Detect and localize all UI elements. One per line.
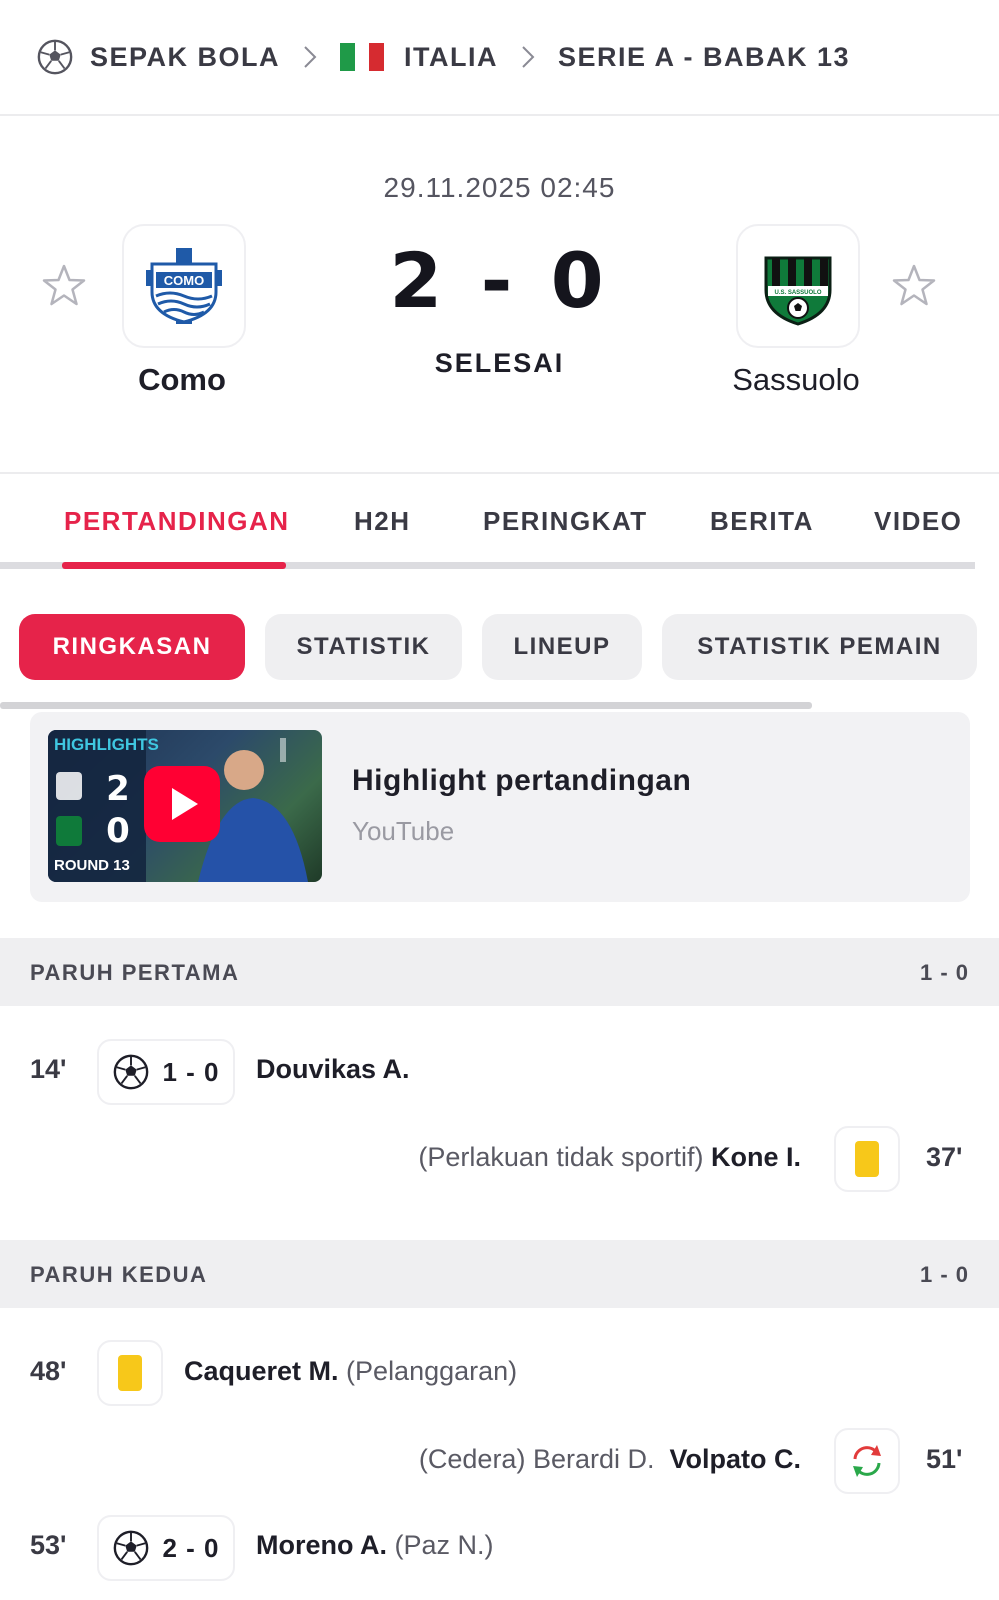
section-second-half: PARUH KEDUA 1 - 0 <box>0 1240 999 1308</box>
away-team-name[interactable]: Sassuolo <box>666 362 926 398</box>
event-note: (Perlakuan tidak sportif) <box>418 1142 704 1172</box>
divider <box>0 472 999 474</box>
event-note: (Paz N.) <box>394 1530 494 1560</box>
substitution-arrows-icon <box>853 1445 881 1477</box>
highlight-card[interactable]: HIGHLIGHTS 2 0 ROUND 13 Highlight pertan… <box>30 712 970 902</box>
event-minute: 48' <box>30 1356 67 1386</box>
tab-berita[interactable]: BERITA <box>710 506 814 537</box>
event-player[interactable]: Volpato C. <box>670 1444 802 1474</box>
soccer-ball-icon <box>37 39 73 75</box>
tab-h2h[interactable]: H2H <box>354 506 411 537</box>
section-first-half: PARUH PERTAMA 1 - 0 <box>0 938 999 1006</box>
favorite-star-icon[interactable] <box>890 262 938 310</box>
breadcrumb-sport[interactable]: SEPAK BOLA <box>90 42 280 73</box>
breadcrumb: SEPAK BOLA ITALIA SERIE A - BABAK 13 <box>0 0 999 116</box>
event-note: (Cedera) Berardi D. <box>418 1444 655 1474</box>
tab-peringkat[interactable]: PERINGKAT <box>483 506 648 537</box>
event-note: (Pelanggaran) <box>346 1356 518 1386</box>
subtabs-scroll-track[interactable] <box>0 702 812 709</box>
breadcrumb-competition[interactable]: SERIE A - BABAK 13 <box>558 42 850 73</box>
svg-text:ROUND 13: ROUND 13 <box>54 857 130 874</box>
main-tabs: PERTANDINGAN H2H PERINGKAT BERITA VIDEO <box>0 496 999 556</box>
goal-chip: 2 - 0 <box>97 1515 235 1581</box>
soccer-ball-icon <box>114 1054 149 1090</box>
highlight-thumbnail-art: HIGHLIGHTS 2 0 ROUND 13 <box>48 730 308 882</box>
yellow-card-chip <box>97 1340 163 1406</box>
goal-chip: 1 - 0 <box>97 1039 235 1105</box>
event-minute: 14' <box>30 1054 67 1084</box>
event-player[interactable]: Caqueret M. <box>184 1356 339 1386</box>
yellow-card-icon <box>855 1141 879 1177</box>
event-player[interactable]: Moreno A. <box>256 1530 387 1560</box>
section-score: 1 - 0 <box>919 1262 969 1287</box>
event-minute: 37' <box>926 1142 963 1172</box>
substitution-chip <box>834 1428 900 1494</box>
event-minute: 51' <box>926 1444 963 1474</box>
section-score: 1 - 0 <box>919 960 969 985</box>
goal-score: 1 - 0 <box>162 1056 220 1087</box>
subtab-statistik[interactable]: STATISTIK <box>265 614 462 680</box>
section-label: PARUH KEDUA <box>30 1262 208 1287</box>
tab-pertandingan[interactable]: PERTANDINGAN <box>64 506 290 537</box>
event-detail[interactable]: (Perlakuan tidak sportif) Kone I. <box>418 1142 801 1173</box>
highlight-title[interactable]: Highlight pertandingan <box>352 764 691 798</box>
away-team-logo[interactable]: U.S. SASSUOLO <box>736 224 860 348</box>
event-detail[interactable]: (Cedera) Berardi D. Volpato C. <box>419 1444 801 1475</box>
active-tab-indicator <box>62 562 286 569</box>
event-minute: 53' <box>30 1530 67 1560</box>
sassuolo-crest-icon: U.S. SASSUOLO <box>764 256 832 326</box>
soccer-ball-icon <box>114 1530 149 1566</box>
event-detail[interactable]: Moreno A. (Paz N.) <box>256 1530 494 1561</box>
svg-text:0: 0 <box>106 811 130 851</box>
match-datetime: 29.11.2025 02:45 <box>383 172 616 203</box>
tab-video[interactable]: VIDEO <box>874 506 962 537</box>
event-detail[interactable]: Caqueret M. (Pelanggaran) <box>184 1356 517 1387</box>
italy-flag-icon <box>340 43 385 71</box>
subtab-ringkasan[interactable]: RINGKASAN <box>19 614 245 680</box>
event-player[interactable]: Douvikas A. <box>256 1054 410 1085</box>
highlight-thumbnail[interactable]: HIGHLIGHTS 2 0 ROUND 13 <box>48 730 322 882</box>
event-player[interactable]: Kone I. <box>711 1142 801 1172</box>
subtab-lineup[interactable]: LINEUP <box>482 614 642 680</box>
highlight-source: YouTube <box>352 816 455 846</box>
svg-text:U.S. SASSUOLO: U.S. SASSUOLO <box>774 290 821 296</box>
chevron-right-icon <box>304 46 317 68</box>
yellow-card-chip <box>834 1126 900 1192</box>
chevron-right-icon <box>522 46 535 68</box>
svg-text:HIGHLIGHTS: HIGHLIGHTS <box>54 735 159 754</box>
svg-text:2: 2 <box>106 769 130 809</box>
subtab-statistik-pemain[interactable]: STATISTIK PEMAIN <box>662 614 977 680</box>
yellow-card-icon <box>118 1355 142 1391</box>
section-label: PARUH PERTAMA <box>30 960 240 985</box>
breadcrumb-country[interactable]: ITALIA <box>404 42 498 73</box>
goal-score: 2 - 0 <box>162 1532 220 1563</box>
